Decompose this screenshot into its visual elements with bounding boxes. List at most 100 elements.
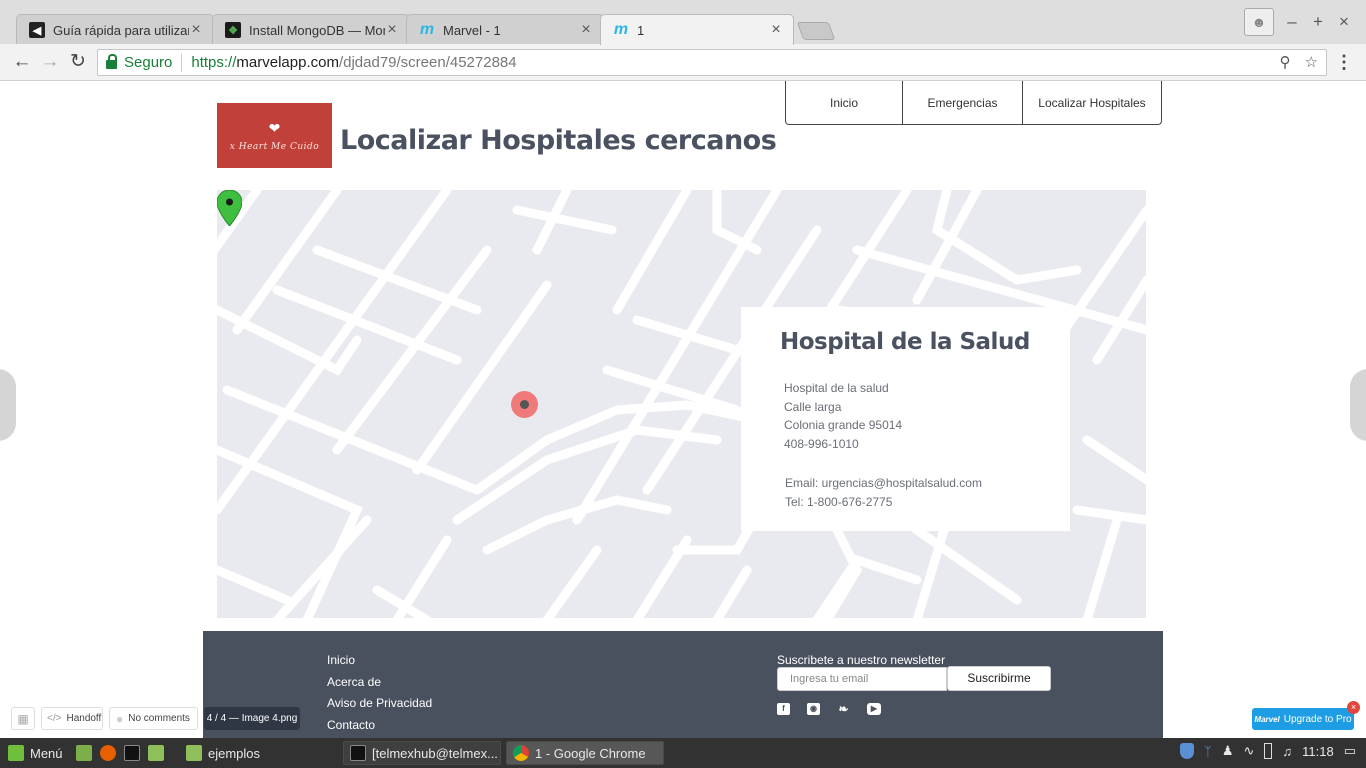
current-location-marker-icon[interactable]: [511, 391, 538, 418]
site-footer: Inicio Acerca de Aviso de Privacidad Con…: [203, 631, 1163, 738]
bookmark-star-icon[interactable]: ☆: [1305, 53, 1318, 71]
close-window-icon[interactable]: ×: [1336, 12, 1352, 32]
footer-links: Inicio Acerca de Aviso de Privacidad Con…: [327, 650, 432, 736]
window-title: ejemplos: [208, 745, 261, 761]
url-path: /djdad79/screen/45272884: [338, 54, 517, 71]
volume-icon[interactable]: ♫: [1282, 744, 1292, 759]
mint-logo-icon: [8, 745, 24, 761]
social-links: f ◉ ❧ ▶: [777, 703, 881, 715]
quick-launch: [70, 741, 170, 765]
notification-icon[interactable]: ▭: [1344, 743, 1356, 759]
comment-bubble-icon: ●: [116, 711, 124, 726]
close-icon[interactable]: ×: [1347, 701, 1360, 714]
tab-title: Marvel - 1: [443, 22, 501, 38]
comments-button[interactable]: ● No comments: [109, 707, 198, 730]
site-logo[interactable]: ❤ x Heart Me Cuido: [217, 103, 332, 168]
upgrade-to-pro-button[interactable]: Marvel Upgrade to Pro: [1252, 708, 1354, 730]
hospital-phone[interactable]: Tel: 1-800-676-2775: [785, 493, 982, 512]
divider: [181, 53, 183, 72]
footer-link-contacto[interactable]: Contacto: [327, 715, 432, 737]
prev-screen-arrow[interactable]: [0, 369, 16, 441]
browser-tab-guide[interactable]: ◀ Guía rápida para utilizar ×: [16, 14, 214, 45]
top-navigation: Inicio Emergencias Localizar Hospitales: [785, 81, 1162, 125]
browser-tabstrip: ◀ Guía rápida para utilizar × ❖ Install …: [0, 0, 1366, 45]
hospital-email[interactable]: Email: urgencias@hospitalsalud.com: [785, 474, 982, 493]
footer-link-acerca[interactable]: Acerca de: [327, 672, 432, 694]
tab-title: Guía rápida para utilizar: [53, 22, 189, 38]
address-line: Hospital de la salud: [784, 381, 889, 395]
nav-item-emergencias[interactable]: Emergencias: [903, 81, 1023, 124]
network-icon[interactable]: ∿: [1243, 743, 1254, 759]
footer-link-inicio[interactable]: Inicio: [327, 650, 432, 672]
hospital-address: Hospital de la salud Calle larga Colonia…: [784, 379, 902, 454]
browser-tab-marvel[interactable]: m Marvel - 1 ×: [406, 14, 604, 45]
close-icon[interactable]: ×: [769, 22, 783, 38]
hospital-info-card: Hospital de la Salud Hospital de la salu…: [741, 307, 1070, 531]
url-host: marvelapp.com: [236, 54, 339, 71]
grid-view-button[interactable]: ▦: [11, 707, 35, 730]
browser-menu-icon[interactable]: ⋮: [1335, 53, 1353, 71]
new-tab-button[interactable]: [796, 22, 836, 40]
close-icon[interactable]: ×: [579, 22, 593, 38]
newsletter-email-input[interactable]: Ingresa tu email: [777, 667, 947, 691]
footer-link-privacidad[interactable]: Aviso de Privacidad: [327, 693, 432, 715]
profile-icon[interactable]: ☻: [1244, 8, 1274, 36]
handoff-button[interactable]: </> Handoff: [41, 707, 103, 730]
close-icon[interactable]: ×: [189, 22, 203, 38]
logo-text: x Heart Me Cuido: [229, 141, 320, 152]
clock[interactable]: 11:18: [1302, 744, 1334, 759]
subscribe-button[interactable]: Suscribirme: [947, 666, 1051, 691]
secure-label: Seguro: [124, 54, 173, 71]
grid-icon: ▦: [17, 711, 29, 726]
window-controls: ☻ – + ×: [1244, 8, 1352, 36]
terminal-icon: [350, 745, 366, 761]
marvel-m-icon: m: [419, 21, 435, 38]
hospital-contact: Email: urgencias@hospitalsalud.com Tel: …: [785, 474, 982, 511]
marvel-brand: Marvel: [1254, 714, 1280, 724]
browser-tab-mongodb[interactable]: ❖ Install MongoDB — Mon ×: [212, 14, 410, 45]
url-scheme: https://: [191, 54, 237, 71]
os-taskbar: Menú ejemplos [telmexhub@telmex... 1 - G…: [0, 738, 1366, 768]
guide-favicon-icon: ◀: [29, 22, 45, 38]
minimize-icon[interactable]: –: [1284, 12, 1300, 32]
menu-label: Menú: [30, 745, 63, 761]
zoom-icon[interactable]: ⚲: [1280, 53, 1291, 71]
taskbar-window-ejemplos[interactable]: ejemplos: [180, 741, 338, 765]
maximize-icon[interactable]: +: [1310, 12, 1326, 32]
instagram-icon[interactable]: ◉: [807, 703, 820, 715]
window-title: [telmexhub@telmex...: [372, 745, 498, 761]
mongodb-leaf-icon: ❖: [225, 22, 241, 38]
taskbar-window-chrome[interactable]: 1 - Google Chrome: [506, 741, 664, 765]
start-menu-button[interactable]: Menú: [2, 741, 69, 765]
terminal-icon[interactable]: [124, 745, 140, 761]
youtube-icon[interactable]: ▶: [867, 703, 881, 715]
next-screen-arrow[interactable]: [1350, 369, 1366, 441]
browser-toolbar: ← → ↻ Seguro https://marvelapp.com/djdad…: [0, 44, 1366, 81]
twitter-icon[interactable]: ❧: [837, 703, 850, 715]
back-arrow-icon[interactable]: ←: [11, 51, 33, 73]
taskbar-window-terminal[interactable]: [telmexhub@telmex...: [343, 741, 501, 765]
system-tray: ᛉ ♟ ∿ ♫ 11:18 ▭: [1180, 743, 1356, 759]
facebook-icon[interactable]: f: [777, 703, 790, 715]
nav-item-localizar-hospitales[interactable]: Localizar Hospitales: [1023, 81, 1161, 124]
hospital-name: Hospital de la Salud: [780, 329, 1030, 355]
show-desktop-icon[interactable]: [76, 745, 92, 761]
user-icon[interactable]: ♟: [1222, 743, 1234, 759]
lock-icon: [106, 54, 117, 69]
reload-icon[interactable]: ↻: [67, 51, 89, 73]
browser-tab-active[interactable]: m 1 ×: [600, 14, 794, 45]
battery-icon[interactable]: [1264, 743, 1273, 759]
firefox-icon[interactable]: [100, 745, 116, 761]
heart-icon: ❤: [268, 119, 281, 136]
close-icon[interactable]: ×: [385, 22, 399, 38]
bluetooth-icon[interactable]: ᛉ: [1204, 744, 1212, 759]
handoff-label: Handoff: [66, 713, 102, 724]
forward-arrow-icon[interactable]: →: [39, 51, 61, 73]
hospital-marker-icon[interactable]: [217, 190, 242, 226]
newsletter-label: Suscribete a nuestro newsletter: [777, 653, 946, 667]
image-counter[interactable]: 4 / 4 — Image 4.png: [204, 707, 300, 730]
address-bar[interactable]: Seguro https://marvelapp.com/djdad79/scr…: [97, 49, 1327, 76]
files-icon[interactable]: [148, 745, 164, 761]
shield-icon[interactable]: [1180, 743, 1194, 759]
nav-item-inicio[interactable]: Inicio: [786, 81, 903, 124]
